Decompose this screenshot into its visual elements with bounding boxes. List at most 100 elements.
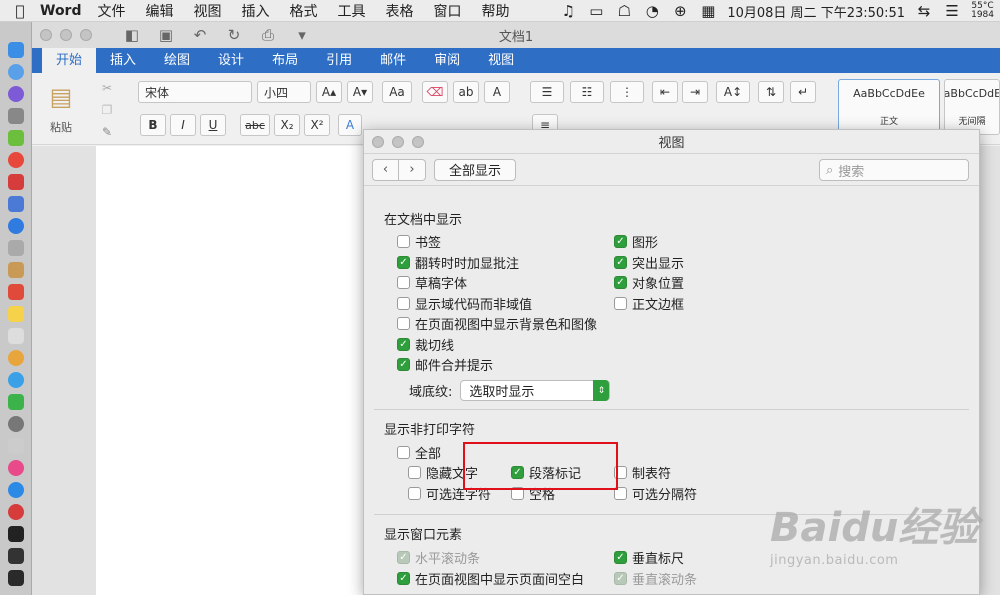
checkbox-crop-marks[interactable]: ✓ — [397, 338, 410, 351]
option-all-nonprinting[interactable]: 全部 — [397, 443, 441, 462]
menu-help[interactable]: 帮助 — [482, 1, 510, 21]
android-icon[interactable] — [8, 130, 24, 146]
console-icon[interactable] — [8, 570, 24, 586]
menu-edit[interactable]: 编辑 — [146, 1, 174, 21]
music-app-icon[interactable] — [8, 460, 24, 476]
checkbox-highlight[interactable]: ✓ — [614, 256, 627, 269]
compass-icon[interactable]: ◔ — [643, 2, 661, 20]
increase-indent-icon[interactable]: ⇥ — [682, 81, 708, 103]
apple-icon[interactable]:  — [0, 2, 40, 20]
checkbox-optional-hyphens[interactable] — [408, 487, 421, 500]
option-draft-font[interactable]: 草稿字体 — [397, 273, 467, 292]
siri-icon[interactable] — [8, 64, 24, 80]
stickies-icon[interactable] — [8, 306, 24, 322]
strikethrough-button[interactable]: abc — [240, 114, 270, 136]
tab-draw[interactable]: 绘图 — [150, 45, 204, 73]
app-gray-icon[interactable] — [8, 240, 24, 256]
option-object-anchors[interactable]: ✓ 对象位置 — [614, 273, 684, 292]
checkbox-hidden-text[interactable] — [408, 466, 421, 479]
tab-design[interactable]: 设计 — [204, 45, 258, 73]
tab-insert[interactable]: 插入 — [96, 45, 150, 73]
checkbox-bookmarks[interactable] — [397, 235, 410, 248]
launchpad-icon[interactable] — [8, 86, 24, 102]
menu-file[interactable]: 文件 — [98, 1, 126, 21]
field-shading-select[interactable]: 选取时显示 ⇕ — [460, 380, 611, 401]
sort-icon[interactable]: ⇅ — [758, 81, 784, 103]
app-name[interactable]: Word — [40, 3, 82, 19]
messages-icon[interactable] — [8, 372, 24, 388]
appstore-icon[interactable] — [8, 482, 24, 498]
copy-icon[interactable]: ❐ — [96, 99, 118, 121]
music-icon[interactable]: ♫ — [559, 2, 577, 20]
checkbox-paragraph-marks[interactable]: ✓ — [511, 466, 524, 479]
clear-format-icon[interactable]: ⌫ — [422, 81, 448, 103]
option-comments-on-rollover[interactable]: ✓ 翻转时时加显批注 — [397, 253, 519, 272]
style-normal[interactable]: AaBbCcDdEe 正文 — [838, 79, 940, 135]
decrease-indent-icon[interactable]: ⇤ — [652, 81, 678, 103]
show-marks-icon[interactable]: ↵ — [790, 81, 816, 103]
cut-icon[interactable]: ✂ — [96, 77, 118, 99]
option-bookmarks[interactable]: 书签 — [397, 232, 441, 251]
terminal-icon[interactable] — [8, 526, 24, 542]
format-painter-icon[interactable]: ✎ — [96, 121, 118, 143]
option-spaces[interactable]: 空格 — [511, 484, 555, 503]
facetime-icon[interactable] — [8, 394, 24, 410]
globe-icon[interactable]: ⊕ — [671, 2, 689, 20]
notification-icon[interactable]: ☰ — [943, 2, 961, 20]
sidebar-icon[interactable]: ◧ — [122, 26, 142, 44]
back-button[interactable]: ‹ — [372, 158, 399, 181]
option-optional-hyphens[interactable]: 可选连字符 — [408, 484, 491, 503]
tab-home[interactable]: 开始 — [42, 45, 97, 73]
option-paragraph-marks[interactable]: ✓ 段落标记 — [511, 463, 581, 482]
checkbox-background-images[interactable] — [397, 317, 410, 330]
print-icon[interactable]: ⎙ — [258, 26, 278, 44]
checkbox-horizontal-scrollbar[interactable]: ✓ — [397, 551, 410, 564]
checkbox-mail-merge-hints[interactable]: ✓ — [397, 358, 410, 371]
option-vertical-ruler[interactable]: ✓ 垂直标尺 — [614, 548, 684, 567]
checkbox-draft-font[interactable] — [397, 276, 410, 289]
zoom-window-button[interactable] — [80, 29, 92, 41]
numbering-icon[interactable]: ☷ — [570, 81, 604, 103]
calendar-app-icon[interactable] — [8, 328, 24, 344]
toggle-icon[interactable]: ⇆ — [915, 2, 933, 20]
panel-zoom-button[interactable] — [412, 135, 424, 148]
tab-layout[interactable]: 布局 — [258, 45, 312, 73]
settings-icon[interactable] — [8, 416, 24, 432]
option-white-space-between-pages[interactable]: ✓ 在页面视图中显示页面间空白 — [397, 569, 584, 588]
show-all-button[interactable]: 全部显示 — [434, 158, 517, 181]
panel-minimize-button[interactable] — [392, 135, 404, 148]
checkbox-comments-on-rollover[interactable]: ✓ — [397, 256, 410, 269]
style-no-spacing[interactable]: AaBbCcDdEe 无间隔 — [944, 79, 1000, 135]
menu-tools[interactable]: 工具 — [338, 1, 366, 21]
paste-icon[interactable]: ▤ — [44, 79, 78, 115]
font-name-select[interactable]: 宋体 — [138, 81, 252, 103]
text-effects-icon[interactable]: A — [338, 114, 362, 136]
checkbox-object-anchors[interactable]: ✓ — [614, 276, 627, 289]
menu-insert[interactable]: 插入 — [242, 1, 270, 21]
tab-view[interactable]: 视图 — [474, 45, 528, 73]
bullets-icon[interactable]: ☰ — [530, 81, 564, 103]
preview-icon[interactable] — [8, 438, 24, 454]
sort-order-icon[interactable]: A↕ — [716, 81, 750, 103]
tab-review[interactable]: 审阅 — [420, 45, 474, 73]
rocket-icon[interactable] — [8, 108, 24, 124]
forward-button[interactable]: › — [399, 158, 426, 181]
panel-close-button[interactable] — [372, 135, 384, 148]
calendar-icon[interactable]: ▦ — [699, 2, 717, 20]
clock[interactable]: 10月08日 周二 下午23:50:51 — [727, 2, 905, 21]
finder-icon[interactable] — [8, 42, 24, 58]
close-window-button[interactable] — [40, 29, 52, 41]
notes-icon[interactable] — [8, 262, 24, 278]
checkbox-optional-breaks[interactable] — [614, 487, 627, 500]
menu-format[interactable]: 格式 — [290, 1, 318, 21]
grow-font-icon[interactable]: A▴ — [316, 81, 342, 103]
char-border-icon[interactable]: A — [484, 81, 510, 103]
chrome-icon[interactable] — [8, 152, 24, 168]
document-page[interactable] — [96, 146, 396, 595]
ghost-icon[interactable]: ☖ — [615, 2, 633, 20]
option-mail-merge-hints[interactable]: ✓ 邮件合并提示 — [397, 355, 493, 374]
photos-icon[interactable] — [8, 350, 24, 366]
superscript-button[interactable]: X² — [304, 114, 330, 136]
multilevel-list-icon[interactable]: ⋮ — [610, 81, 644, 103]
app-red-icon[interactable] — [8, 174, 24, 190]
